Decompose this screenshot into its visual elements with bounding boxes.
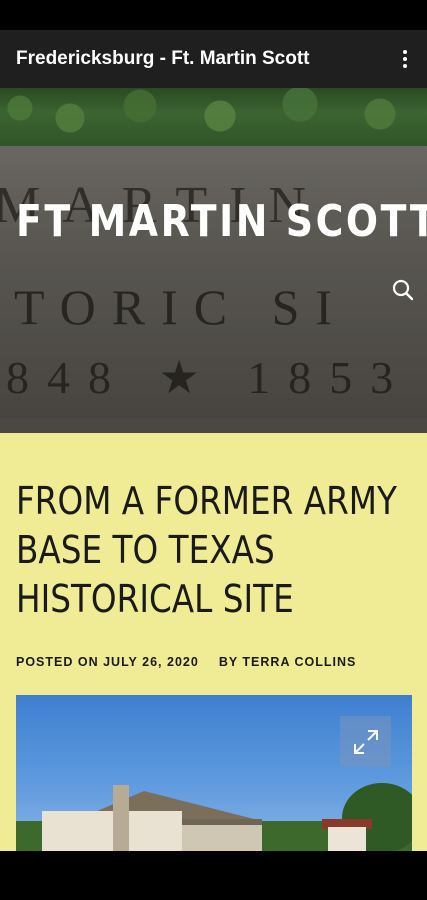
featured-chimney	[113, 785, 129, 851]
featured-porch	[182, 819, 262, 851]
featured-small-house	[328, 827, 366, 851]
post-author[interactable]: BY TERRA COLLINS	[219, 655, 357, 669]
search-icon	[392, 279, 414, 301]
status-bar	[0, 0, 427, 30]
app-title: Fredericksburg - Ft. Martin Scott	[16, 48, 310, 69]
system-nav-bar	[0, 851, 427, 900]
hero-trees	[0, 88, 427, 150]
hero-banner: MARTIN TORIC SI 848 ★ 1853 FT MARTIN SCO…	[0, 88, 427, 433]
search-button[interactable]	[389, 276, 417, 304]
featured-house	[42, 811, 182, 851]
site-title[interactable]: FT MARTIN SCOTT	[16, 196, 427, 247]
app-bar: Fredericksburg - Ft. Martin Scott	[0, 30, 427, 88]
post-content: FROM A FORMER ARMY BASE TO TEXAS HISTORI…	[0, 433, 427, 851]
post-date[interactable]: POSTED ON JULY 26, 2020	[16, 655, 199, 669]
more-vert-icon	[403, 50, 407, 54]
expand-image-button[interactable]	[340, 716, 391, 767]
post-meta: POSTED ON JULY 26, 2020 BY TERRA COLLINS	[16, 655, 356, 669]
hero-bottom-edge	[0, 419, 427, 433]
expand-icon	[353, 729, 378, 754]
featured-image[interactable]	[16, 695, 412, 851]
hero-overlay	[0, 146, 427, 433]
more-options-button[interactable]	[393, 39, 417, 79]
post-title[interactable]: FROM A FORMER ARMY BASE TO TEXAS HISTORI…	[16, 477, 412, 624]
